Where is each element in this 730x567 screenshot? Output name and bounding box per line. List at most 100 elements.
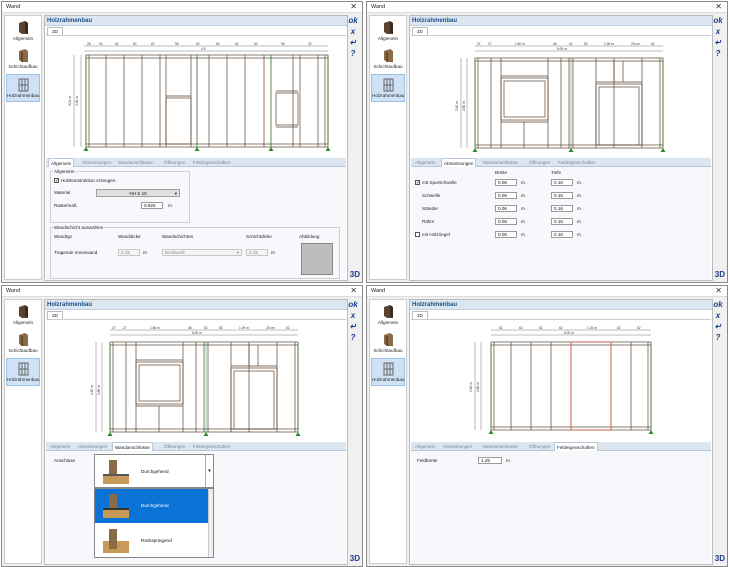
sidebar: Allgemein Schichtaufbau Holzrahmenbau	[4, 299, 42, 564]
ok-button[interactable]: ok	[346, 15, 360, 26]
raehm-depth-input[interactable]: 0.16	[551, 218, 573, 225]
help-button[interactable]: ?	[711, 332, 725, 343]
row-label: Schwelle	[422, 193, 441, 198]
anschluss-value: Durchgehend	[141, 469, 169, 474]
dim-label: 28	[87, 42, 91, 46]
ok-button[interactable]: ok	[346, 299, 360, 310]
staender-width-input[interactable]: 0.06	[495, 205, 517, 212]
tab-allgemein[interactable]: Allgemein	[48, 158, 75, 167]
tab-oeffnungen[interactable]: Öffnungen	[162, 442, 187, 451]
tab-oeffnungen[interactable]: Öffnungen	[527, 442, 552, 451]
chevron-down-icon: ▾	[236, 250, 239, 255]
main-panel: Holzrahmenbau 2D 28 30 62 62 62 96 62 62	[44, 15, 348, 281]
tab-abmessungen[interactable]: Abmessungen	[80, 158, 113, 167]
cancel-button[interactable]: x	[346, 310, 360, 321]
selected-field-highlight[interactable]	[570, 341, 612, 431]
create-checkbox[interactable]: ✓	[54, 178, 59, 184]
help-button[interactable]: ?	[346, 332, 360, 343]
tab-allgemein[interactable]: Allgemein	[413, 442, 437, 451]
tab-feldeigenschaften[interactable]: Feldeigenschaften	[191, 158, 233, 167]
ok-button[interactable]: ok	[711, 15, 725, 26]
feldbreite-input[interactable]: 1.25	[478, 457, 502, 464]
wall-drawing: 62 62 62 62 1.25 m 62 62 6.00 m 2.62 m 2…	[469, 326, 654, 434]
raehm-width-input[interactable]: 0.06	[495, 218, 517, 225]
tab-wandanschluesse[interactable]: Wandanschlüsse	[112, 442, 153, 451]
holzriegel-depth-input[interactable]: 0.16	[551, 231, 573, 238]
chevron-down-icon[interactable]: ▾	[205, 455, 213, 487]
tab-feldeigenschaften[interactable]: Feldeigenschaften	[191, 442, 233, 451]
return-icon[interactable]: ↵	[711, 37, 725, 48]
dim-label: 62	[617, 326, 621, 330]
3d-button[interactable]: 3D	[715, 270, 725, 279]
close-icon[interactable]: ✕	[715, 2, 722, 11]
return-icon[interactable]: ↵	[346, 321, 360, 332]
section-title: Holzrahmenbau	[410, 300, 712, 310]
sidebar-item-allgemein[interactable]: Allgemein	[371, 18, 405, 46]
close-icon[interactable]: ✕	[350, 286, 357, 295]
junction-recessed-icon	[103, 529, 129, 553]
sidebar-item-allgemein[interactable]: Allgemein	[6, 18, 40, 46]
height-dim-label: 2.80 m	[97, 385, 101, 395]
sidebar-item-schichtaufbau[interactable]: Schichtaufbau	[6, 330, 40, 358]
tab-abmessungen[interactable]: Abmessungen	[441, 158, 477, 167]
3d-button[interactable]: 3D	[350, 554, 360, 563]
sidebar-item-label: Holzrahmenbau	[7, 377, 40, 382]
help-button[interactable]: ?	[346, 48, 360, 59]
wall-preview: 28 30 62 62 62 96 62 62 62 62 96 32 4.9 …	[46, 35, 346, 158]
sidebar-item-label: Holzrahmenbau	[372, 93, 405, 98]
dim-label: 62	[569, 42, 573, 46]
dropdown-option-durchgehend[interactable]: Durchgehend	[95, 489, 213, 523]
tab-wandanschluesse[interactable]: Wandanschlüsse	[481, 442, 520, 451]
ok-button[interactable]: ok	[711, 299, 725, 310]
sidebar-item-holzrahmenbau[interactable]: Holzrahmenbau	[371, 74, 405, 102]
sidebar-item-allgemein[interactable]: Allgemein	[371, 302, 405, 330]
close-icon[interactable]: ✕	[350, 2, 357, 11]
anschluss-select[interactable]: Durchgehend ▾	[94, 454, 214, 488]
unit-label: m	[577, 219, 581, 224]
holzriegel-checkbox[interactable]	[415, 232, 420, 237]
cancel-button[interactable]: x	[711, 310, 725, 321]
return-icon[interactable]: ↵	[711, 321, 725, 332]
material-label: Material	[54, 190, 71, 195]
tab-bar: Allgemein Abmessungen Wandanschlüsse Öff…	[411, 158, 711, 167]
tab-allgemein[interactable]: Allgemein	[48, 442, 72, 451]
sidebar-item-schichtaufbau[interactable]: Schichtaufbau	[371, 330, 405, 358]
cancel-button[interactable]: x	[346, 26, 360, 37]
raster-input[interactable]: 0.625	[141, 202, 163, 209]
layer-wall-icon	[383, 333, 393, 346]
schwelle-depth-input[interactable]: 0.16	[551, 192, 573, 199]
dim-label: 62	[499, 326, 503, 330]
dropdown-option-rueckspringend[interactable]: Rückspringend	[95, 524, 213, 558]
col-header: Wanddicke	[118, 234, 141, 239]
material-select[interactable]: NH S 10 ▾	[96, 189, 180, 197]
dropdown-scrollbar[interactable]	[208, 489, 213, 557]
3d-button[interactable]: 3D	[715, 554, 725, 563]
sidebar-item-holzrahmenbau[interactable]: Holzrahmenbau	[6, 74, 40, 102]
spurschwelle-width-input[interactable]: 0.06	[495, 179, 517, 186]
tab-feldeigenschaften[interactable]: Feldeigenschaften	[554, 442, 598, 451]
tab-oeffnungen[interactable]: Öffnungen	[527, 158, 552, 167]
3d-button[interactable]: 3D	[350, 270, 360, 279]
unit-label: m	[521, 180, 525, 185]
staender-depth-input[interactable]: 0.16	[551, 205, 573, 212]
close-icon[interactable]: ✕	[715, 286, 722, 295]
spurschwelle-checkbox[interactable]: ✓	[415, 180, 420, 186]
tab-abmessungen[interactable]: Abmessungen	[76, 442, 109, 451]
spurschwelle-depth-input[interactable]: 0.16	[551, 179, 573, 186]
tab-wandanschluesse[interactable]: Wandanschlüsse	[116, 158, 155, 167]
sidebar-item-allgemein[interactable]: Allgemein	[6, 302, 40, 330]
help-button[interactable]: ?	[711, 48, 725, 59]
sidebar-item-holzrahmenbau[interactable]: Holzrahmenbau	[6, 358, 40, 386]
tab-allgemein[interactable]: Allgemein	[413, 158, 437, 167]
cancel-button[interactable]: x	[711, 26, 725, 37]
tab-feldeigenschaften[interactable]: Feldeigenschaften	[556, 158, 598, 167]
tab-oeffnungen[interactable]: Öffnungen	[162, 158, 187, 167]
sidebar-item-schichtaufbau[interactable]: Schichtaufbau	[371, 46, 405, 74]
tab-abmessungen[interactable]: Abmessungen	[441, 442, 474, 451]
return-icon[interactable]: ↵	[346, 37, 360, 48]
tab-wandanschluesse[interactable]: Wandanschlüsse	[481, 158, 520, 167]
sidebar-item-schichtaufbau[interactable]: Schichtaufbau	[6, 46, 40, 74]
sidebar-item-holzrahmenbau[interactable]: Holzrahmenbau	[371, 358, 405, 386]
holzriegel-width-input[interactable]: 0.06	[495, 231, 517, 238]
schwelle-width-input[interactable]: 0.06	[495, 192, 517, 199]
